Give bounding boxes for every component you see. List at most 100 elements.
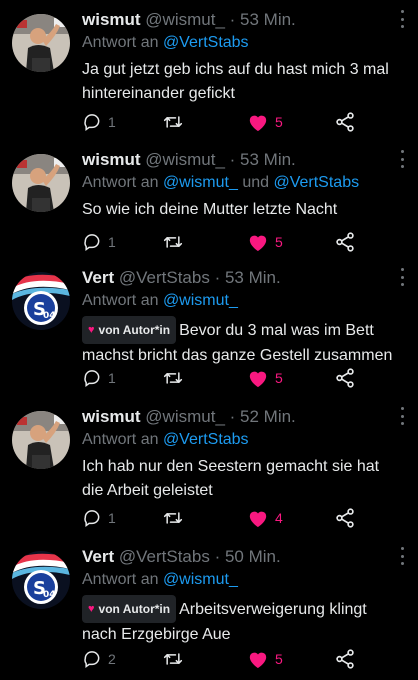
author-handle[interactable]: @wismut_	[145, 407, 225, 426]
more-options-icon[interactable]	[400, 547, 404, 565]
retweet-button[interactable]	[162, 647, 184, 671]
share-button[interactable]	[334, 230, 356, 254]
retweet-icon	[162, 232, 184, 252]
reply-icon	[82, 368, 102, 388]
like-count: 5	[275, 234, 283, 250]
reply-context: Antwort an @wismut_	[82, 292, 238, 310]
like-button[interactable]: 5	[247, 230, 283, 254]
wismut-avatar-icon[interactable]	[12, 411, 70, 469]
reply-context: Antwort an @wismut_	[82, 571, 238, 589]
reply-to-handle[interactable]: @wismut_	[163, 174, 238, 191]
reply-icon	[82, 649, 102, 669]
reply-prefix: Antwort an	[82, 431, 159, 448]
retweet-icon	[162, 649, 184, 669]
tweet[interactable]: wismut @wismut_ · 53 Min. Antwort an @Ve…	[0, 0, 418, 140]
reply-icon	[82, 232, 102, 252]
share-button[interactable]	[334, 647, 356, 671]
reply-to-handle-2[interactable]: @VertStabs	[273, 174, 359, 191]
retweet-button[interactable]	[162, 230, 184, 254]
author-handle[interactable]: @VertStabs	[119, 268, 210, 287]
tweet-header: Vert @VertStabs · 50 Min.	[82, 547, 281, 567]
heart-icon	[247, 649, 269, 669]
share-button[interactable]	[334, 506, 356, 530]
reply-button[interactable]: 2	[82, 647, 116, 671]
retweet-icon	[162, 112, 184, 132]
reply-button[interactable]: 1	[82, 506, 116, 530]
tweet-actions: 1 4	[82, 506, 372, 530]
tweet-text: Ich hab nur den Seestern gemacht sie hat…	[82, 455, 404, 503]
like-button[interactable]: 5	[247, 110, 283, 134]
tweet-actions: 1 5	[82, 366, 372, 390]
reply-to-handle[interactable]: @wismut_	[163, 571, 238, 588]
svg-text:04: 04	[43, 311, 56, 321]
wismut-avatar-icon[interactable]	[12, 14, 70, 72]
author-name[interactable]: Vert	[82, 268, 114, 287]
reply-context: Antwort an @wismut_ und @VertStabs	[82, 174, 359, 192]
like-count: 5	[275, 370, 283, 386]
share-icon	[334, 367, 356, 389]
like-button[interactable]: 5	[247, 366, 283, 390]
tweet[interactable]: wismut @wismut_ · 52 Min. Antwort an @Ve…	[0, 397, 418, 537]
reply-prefix: Antwort an	[82, 174, 159, 191]
more-options-icon[interactable]	[400, 268, 404, 286]
reply-count: 2	[108, 651, 116, 667]
share-icon	[334, 507, 356, 529]
author-badge-label: von Autor*in	[98, 323, 171, 337]
retweet-button[interactable]	[162, 366, 184, 390]
like-count: 5	[275, 114, 283, 130]
author-handle[interactable]: @wismut_	[145, 10, 225, 29]
author-badge: ♥ von Autor*in	[82, 316, 177, 344]
reply-button[interactable]: 1	[82, 110, 116, 134]
timestamp[interactable]: · 53 Min.	[230, 150, 296, 169]
like-count: 4	[275, 510, 283, 526]
reply-and: und	[242, 174, 270, 191]
author-name[interactable]: wismut	[82, 150, 141, 169]
like-button[interactable]: 5	[247, 647, 283, 671]
reply-prefix: Antwort an	[82, 571, 159, 588]
reply-count: 1	[108, 370, 116, 386]
reply-button[interactable]: 1	[82, 366, 116, 390]
retweet-icon	[162, 508, 184, 528]
more-options-icon[interactable]	[400, 150, 404, 168]
timestamp[interactable]: · 50 Min.	[215, 547, 281, 566]
author-name[interactable]: Vert	[82, 547, 114, 566]
reply-prefix: Antwort an	[82, 292, 159, 309]
share-icon	[334, 648, 356, 670]
more-options-icon[interactable]	[400, 407, 404, 425]
author-badge-label: von Autor*in	[98, 602, 171, 616]
more-options-icon[interactable]	[400, 10, 404, 28]
reply-to-handle[interactable]: @VertStabs	[163, 431, 249, 448]
tweet[interactable]: S 04 Vert @VertStabs · 50 Min. Antwort a…	[0, 537, 418, 677]
timestamp[interactable]: · 53 Min.	[215, 268, 281, 287]
heart-icon	[247, 112, 269, 132]
like-button[interactable]: 4	[247, 506, 283, 530]
reply-button[interactable]: 1	[82, 230, 116, 254]
retweet-icon	[162, 368, 184, 388]
author-handle[interactable]: @VertStabs	[119, 547, 210, 566]
timestamp[interactable]: · 52 Min.	[230, 407, 296, 426]
reply-count: 1	[108, 114, 116, 130]
share-button[interactable]	[334, 110, 356, 134]
author-handle[interactable]: @wismut_	[145, 150, 225, 169]
schalke-logo-icon[interactable]: S 04	[12, 551, 70, 609]
tweet-actions: 1 5	[82, 230, 372, 254]
author-name[interactable]: wismut	[82, 407, 141, 426]
tweet-header: Vert @VertStabs · 53 Min.	[82, 268, 281, 288]
share-button[interactable]	[334, 366, 356, 390]
timestamp[interactable]: · 53 Min.	[230, 10, 296, 29]
share-icon	[334, 111, 356, 133]
retweet-button[interactable]	[162, 506, 184, 530]
reply-to-handle[interactable]: @VertStabs	[163, 34, 249, 51]
reply-count: 1	[108, 510, 116, 526]
tweet[interactable]: S 04 Vert @VertStabs · 53 Min. Antwort a…	[0, 258, 418, 398]
author-name[interactable]: wismut	[82, 10, 141, 29]
heart-icon	[247, 232, 269, 252]
reply-to-handle[interactable]: @wismut_	[163, 292, 238, 309]
schalke-logo-icon[interactable]: S 04	[12, 272, 70, 330]
author-badge: ♥ von Autor*in	[82, 595, 177, 623]
svg-text:04: 04	[43, 590, 56, 600]
retweet-button[interactable]	[162, 110, 184, 134]
wismut-avatar-icon[interactable]	[12, 154, 70, 212]
share-icon	[334, 231, 356, 253]
reply-context: Antwort an @VertStabs	[82, 431, 249, 449]
